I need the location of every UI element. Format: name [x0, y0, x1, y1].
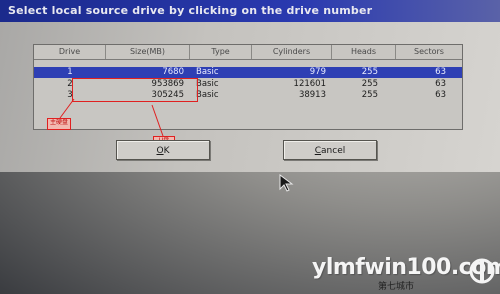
ok-button[interactable]: OK: [116, 140, 210, 160]
dialog-title: Select local source drive by clicking on…: [0, 0, 500, 22]
cancel-button[interactable]: Cancel: [283, 140, 377, 160]
annotation-arrows: [59, 98, 164, 137]
watermark-subtext: 第七城市: [378, 282, 415, 292]
drive-select-dialog: Drive Size(MB) Type Cylinders Heads Sect…: [0, 22, 500, 172]
mouse-pointer-icon: [279, 174, 294, 192]
drive-table: Drive Size(MB) Type Cylinders Heads Sect…: [33, 44, 463, 148]
watermark-logo-icon: [469, 258, 495, 284]
